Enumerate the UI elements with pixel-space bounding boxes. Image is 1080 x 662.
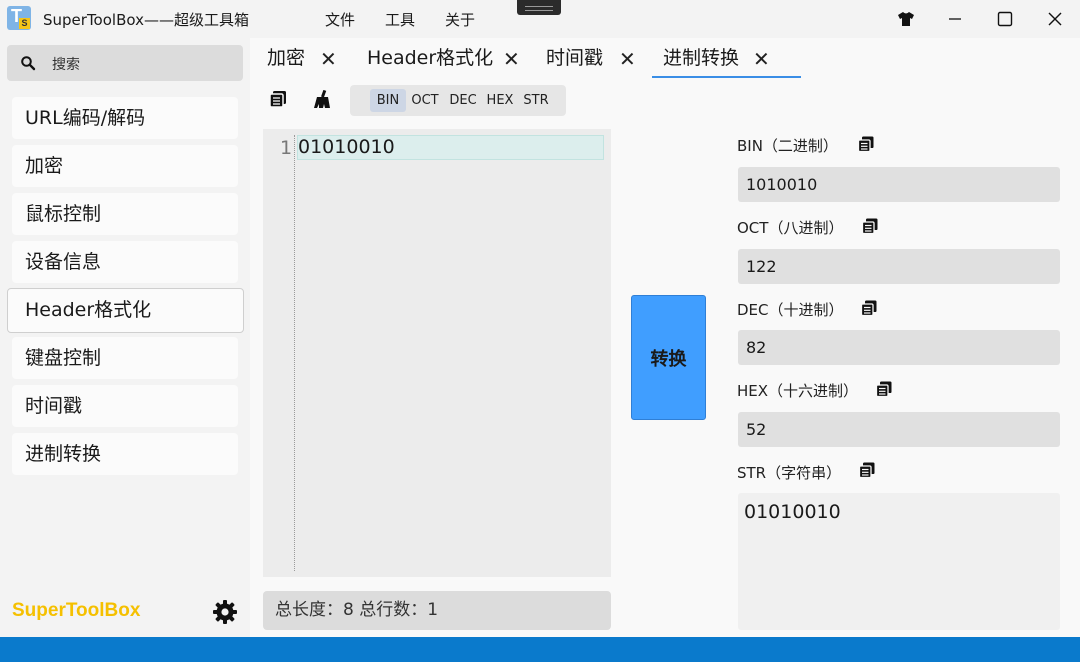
close-icon [1048, 12, 1062, 26]
input-editor[interactable]: 1 01010010 [263, 129, 611, 577]
bin-label: BIN（二进制） [737, 137, 838, 155]
hex-output[interactable]: 52 [738, 412, 1060, 447]
copy-dec-button[interactable] [860, 300, 877, 320]
brand-label: SuperToolBox [12, 600, 141, 621]
copy-icon [875, 381, 892, 398]
theme-button[interactable] [893, 6, 919, 32]
format-selector: BIN OCT DEC HEX STR [350, 85, 566, 116]
sidebar-item-timestamp[interactable]: 时间戳 [12, 385, 238, 427]
sidebar-item-keyboard-control[interactable]: 键盘控制 [12, 337, 238, 379]
clear-input-button[interactable] [313, 89, 332, 113]
str-output[interactable]: 01010010 [738, 493, 1060, 630]
sidebar-item-base-convert[interactable]: 进制转换 [12, 433, 238, 475]
app-logo: T S [7, 6, 31, 30]
str-label: STR（字符串） [737, 464, 842, 482]
tab-label: 时间戳 [546, 47, 604, 69]
maximize-icon [997, 11, 1013, 27]
status-bar [0, 637, 1080, 662]
tab-label: 进制转换 [663, 47, 740, 69]
convert-button[interactable]: 转换 [631, 295, 706, 420]
sidebar-item-device-info[interactable]: 设备信息 [12, 241, 238, 283]
sidebar-item-mouse-control[interactable]: 鼠标控制 [12, 193, 238, 235]
drag-handle[interactable] [517, 0, 561, 15]
settings-button[interactable] [212, 599, 238, 629]
minimize-button[interactable] [942, 6, 968, 32]
oct-output[interactable]: 122 [738, 249, 1060, 284]
menu-tools[interactable]: 工具 [370, 9, 430, 30]
copy-str-button[interactable] [858, 462, 875, 482]
tab-encrypt[interactable]: 加密 ✕ [267, 44, 347, 78]
copy-icon [857, 136, 874, 153]
menu-bar: 文件 工具 关于 [310, 9, 490, 30]
tab-timestamp[interactable]: 时间戳 ✕ [546, 44, 641, 78]
menu-file[interactable]: 文件 [310, 9, 370, 30]
format-hex[interactable]: HEX [484, 89, 516, 112]
close-icon[interactable]: ✕ [753, 45, 770, 73]
tab-label: Header格式化 [367, 47, 494, 69]
maximize-button[interactable] [992, 6, 1018, 32]
copy-bin-button[interactable] [857, 136, 874, 156]
tab-base-convert[interactable]: 进制转换 ✕ [652, 44, 801, 78]
app-logo-sub: S [19, 18, 30, 29]
editor-status: 总长度：8 总行数：1 [263, 591, 611, 630]
sidebar-item-header-format[interactable]: Header格式化 [7, 288, 244, 333]
tab-header-format[interactable]: Header格式化 ✕ [367, 44, 527, 78]
search-input[interactable]: 搜索 [52, 54, 80, 74]
copy-input-button[interactable] [269, 90, 287, 112]
format-str[interactable]: STR [520, 89, 552, 112]
copy-oct-button[interactable] [861, 218, 878, 238]
title-bar: T S SuperToolBox——超级工具箱 文件 工具 关于 [0, 0, 1080, 38]
copy-icon [860, 300, 877, 317]
close-window-button[interactable] [1042, 6, 1068, 32]
sidebar-item-encrypt[interactable]: 加密 [12, 145, 238, 187]
dec-output[interactable]: 82 [738, 330, 1060, 365]
close-icon[interactable]: ✕ [320, 45, 337, 73]
search-icon [21, 56, 36, 71]
window-title: SuperToolBox——超级工具箱 [43, 11, 249, 29]
sidebar-item-url-codec[interactable]: URL编码/解码 [12, 97, 238, 139]
gear-icon [213, 600, 237, 624]
copy-icon [269, 91, 286, 108]
close-icon[interactable]: ✕ [503, 45, 520, 73]
format-bin[interactable]: BIN [370, 89, 406, 112]
copy-icon [858, 462, 875, 479]
minimize-icon [949, 18, 961, 20]
editor-content[interactable]: 01010010 [298, 136, 395, 158]
format-dec[interactable]: DEC [446, 89, 480, 112]
shirt-icon [898, 12, 914, 26]
broom-icon [314, 89, 330, 108]
oct-label: OCT（八进制） [737, 219, 844, 237]
line-number: 1 [280, 137, 293, 159]
bin-output[interactable]: 1010010 [738, 167, 1060, 202]
menu-about[interactable]: 关于 [430, 9, 490, 30]
tab-label: 加密 [267, 47, 306, 69]
close-icon[interactable]: ✕ [619, 45, 636, 73]
search-box[interactable]: 搜索 [7, 45, 243, 81]
copy-hex-button[interactable] [875, 381, 892, 401]
gutter-divider [294, 135, 295, 571]
format-oct[interactable]: OCT [408, 89, 442, 112]
dec-label: DEC（十进制） [737, 301, 844, 319]
copy-icon [861, 218, 878, 235]
hex-label: HEX（十六进制） [737, 382, 859, 400]
